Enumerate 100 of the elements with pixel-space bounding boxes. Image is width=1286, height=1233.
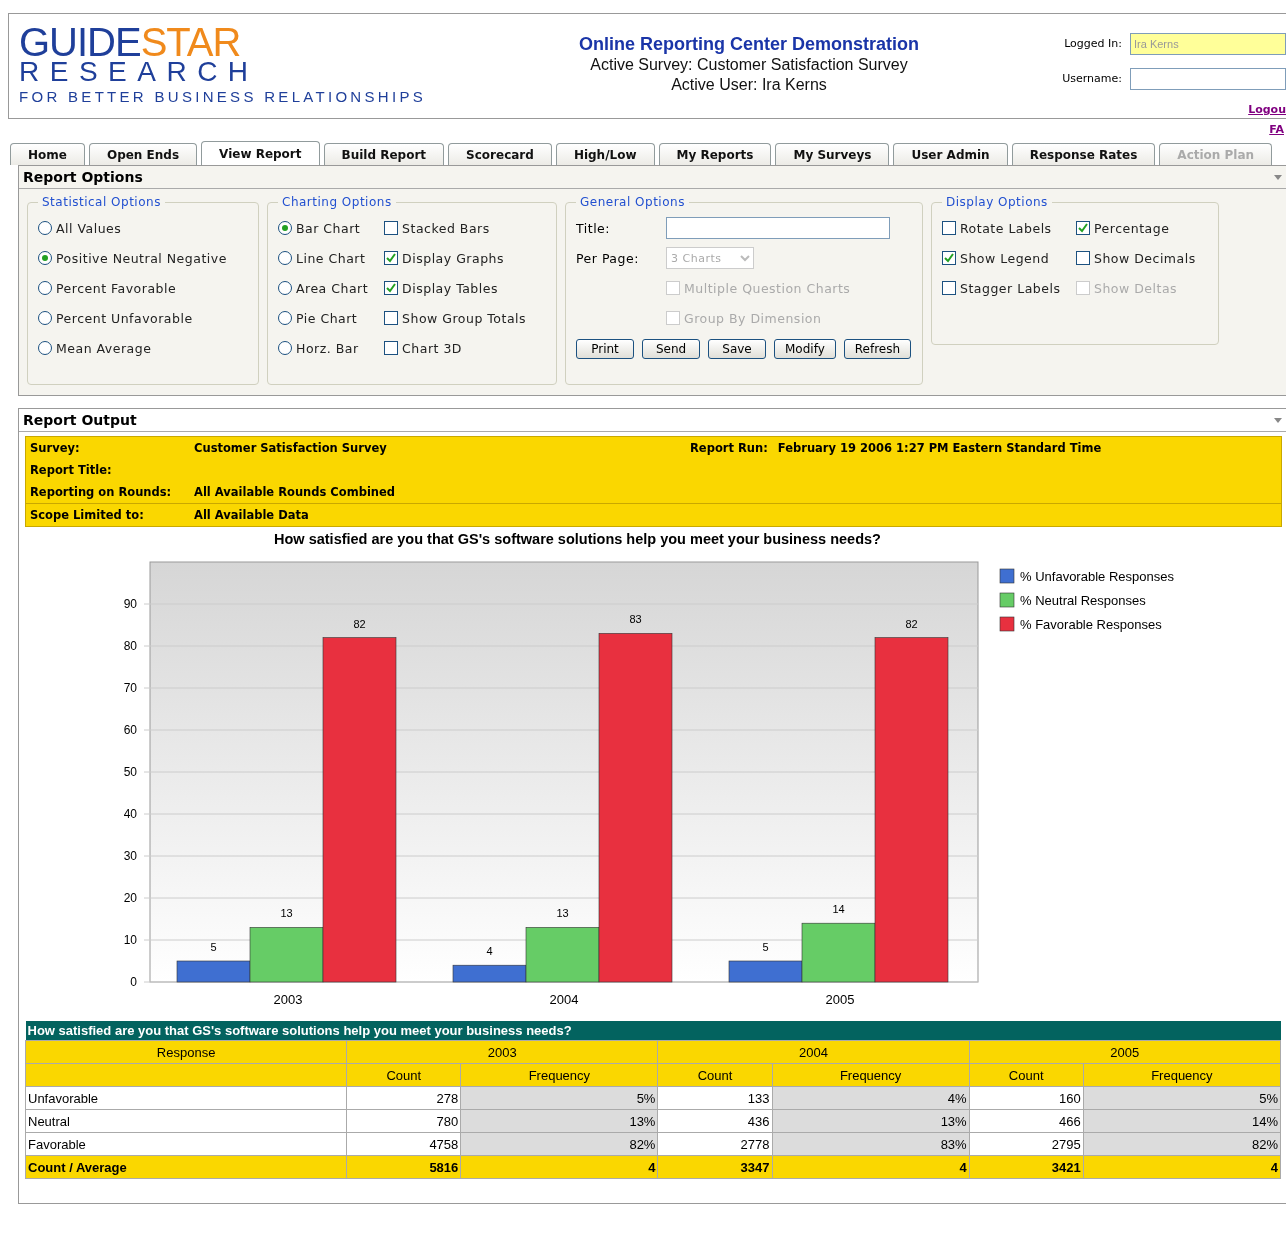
table-cell: Count / Average [25,1155,347,1179]
logo-tagline: FOR BETTER BUSINESS RELATIONSHIPS [19,88,427,105]
check-icon [386,283,397,293]
username-field[interactable] [1130,67,1286,90]
table-cell: 780 [346,1109,461,1133]
info-label: Report Run: [690,441,768,455]
checkbox[interactable] [942,221,956,235]
nav-tab[interactable]: User Admin [893,143,1008,165]
action-button[interactable]: Save [708,339,766,359]
radio-button[interactable] [38,341,52,355]
logo-subtitle: RESEARCH [19,60,260,84]
table-cell: 5816 [346,1155,461,1179]
panel-title: Report Options [23,169,143,185]
option-label: Show Deltas [1094,280,1178,296]
panel-title: Report Output [23,412,137,428]
radio-button[interactable] [38,311,52,325]
option-label: Pie Chart [296,310,358,326]
option-label: Percent Unfavorable [56,310,193,326]
nav-tab[interactable]: High/Low [555,143,655,165]
radio-button[interactable] [278,221,292,235]
axis-tick-label: 20 [123,891,137,905]
axis-tick-label: 50 [123,765,137,779]
nav-tab[interactable]: Scorecard [448,143,552,165]
option-label: Stacked Bars [402,220,490,236]
data-label: 83 [629,613,642,626]
field-label: Username: [1061,72,1123,85]
radio-button[interactable] [38,281,52,295]
info-value: Customer Satisfaction Survey [194,441,388,455]
checkbox[interactable] [384,281,399,295]
collapse-caret-icon[interactable] [1274,174,1282,180]
action-button[interactable]: Print [576,339,634,359]
table-cell: Favorable [25,1132,347,1156]
nav-tab[interactable]: My Reports [658,143,772,165]
data-label: 13 [556,907,569,920]
table-cell: 278 [346,1086,461,1110]
title-field[interactable] [666,217,890,239]
nav-tab[interactable]: Build Report [323,143,445,165]
info-label: Reporting on Rounds: [30,485,173,499]
radio-button[interactable] [38,251,52,265]
table-cell: Neutral [25,1109,347,1133]
check-icon [386,253,397,263]
field-label: Per Page: [576,250,640,266]
axis-tick-label: 40 [123,807,137,821]
radio-button[interactable] [278,311,292,325]
table-cell: 5% [460,1086,658,1110]
radio-button[interactable] [38,221,52,235]
group-title: Charting Options [281,195,393,209]
nav-tab[interactable]: My Surveys [775,143,890,165]
column-header: Frequency [772,1063,970,1087]
radio-button[interactable] [278,341,292,355]
checkbox[interactable] [942,281,956,295]
table-cell: 82% [1083,1132,1281,1156]
radio-button[interactable] [278,281,292,295]
field-label: Title: [576,220,611,236]
checkbox[interactable] [384,341,399,355]
faq-link[interactable]: FA [1269,123,1284,141]
group-title: General Options [579,195,686,209]
checkbox[interactable] [384,311,399,325]
axis-tick-label: 2004 [549,992,579,1007]
action-button[interactable]: Send [642,339,700,359]
data-label: 14 [832,903,845,916]
table-cell: 14% [1083,1109,1281,1133]
checkbox[interactable] [1076,221,1090,235]
legend-label: % Unfavorable Responses [1020,569,1174,584]
data-label: 5 [762,941,769,953]
axis-tick-label: 2003 [273,992,303,1007]
option-label: Show Decimals [1094,250,1196,266]
check-icon [944,253,954,263]
checkbox[interactable] [384,251,399,265]
option-label: Line Chart [296,250,366,266]
nav-tab[interactable]: View Report [201,141,320,165]
nav-tab[interactable]: Response Rates [1011,143,1156,165]
info-label: Scope Limited to: [30,508,145,522]
checkbox[interactable] [384,221,399,235]
data-label: 4 [486,945,493,958]
column-header: 2005 [969,1040,1281,1064]
option-label: Rotate Labels [960,220,1052,236]
column-header: Frequency [460,1063,658,1087]
checkbox[interactable] [942,251,956,265]
legend-label: % Favorable Responses [1020,617,1162,632]
table-cell: 3421 [969,1155,1084,1179]
logout-link[interactable]: Logou [1248,102,1286,116]
nav-tab[interactable]: Home [10,143,85,165]
table-cell: 4 [1083,1155,1281,1179]
action-button[interactable]: Modify [774,339,836,359]
table-cell: 4% [772,1086,970,1110]
column-header: Frequency [1083,1063,1281,1087]
action-button[interactable]: Refresh [843,339,912,359]
option-label: Positive Neutral Negative [56,250,227,266]
table-cell: Unfavorable [25,1086,347,1110]
radio-button[interactable] [278,251,292,265]
nav-tab[interactable]: Open Ends [88,143,198,165]
checkbox[interactable] [1076,251,1090,265]
axis-tick-label: 2005 [825,992,855,1007]
axis-tick-label: 0 [130,975,137,989]
option-label: Mean Average [56,340,152,356]
axis-tick-label: 10 [123,933,137,947]
info-value: All Available Rounds Combined [194,485,397,499]
table-cell: 160 [969,1086,1084,1110]
collapse-caret-icon[interactable] [1274,417,1282,423]
